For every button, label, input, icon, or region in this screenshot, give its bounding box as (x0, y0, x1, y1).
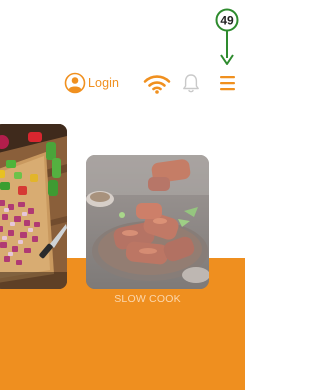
card-dim-overlay (86, 155, 209, 289)
hamburger-menu-icon[interactable] (218, 74, 238, 92)
bell-icon[interactable] (182, 73, 200, 94)
top-bar: Login (0, 66, 245, 100)
vegetables-photo (0, 124, 67, 289)
slow-cook-label: SLOW COOK (114, 293, 181, 305)
recipe-card-vegetables[interactable] (0, 124, 67, 289)
annotation-marker: 49 (213, 8, 241, 70)
annotation-number: 49 (220, 14, 234, 28)
wifi-icon[interactable] (143, 74, 171, 94)
login-label: Login (88, 76, 120, 90)
recipe-card-slow-cook[interactable] (86, 155, 209, 289)
user-circle-icon (64, 72, 86, 94)
login-button[interactable]: Login (64, 71, 119, 95)
